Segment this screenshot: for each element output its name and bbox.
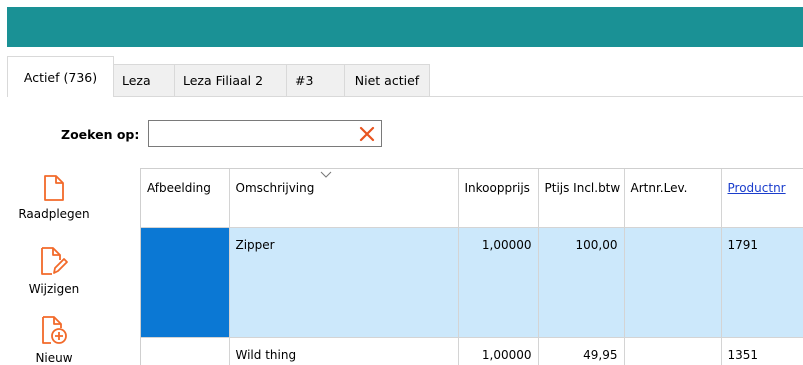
column-header-omschrijving[interactable]: Omschrijving <box>229 169 459 228</box>
tab-strip: Actief (736) Leza Leza Filiaal 2 #3 Niet… <box>7 56 803 97</box>
raadplegen-button[interactable]: Raadplegen <box>14 175 94 221</box>
tab-actief[interactable]: Actief (736) <box>7 56 114 97</box>
tab-leza[interactable]: Leza <box>113 64 175 96</box>
cell-prijs: 49,95 <box>538 337 625 365</box>
nieuw-label: Nieuw <box>35 351 73 365</box>
document-icon <box>44 175 64 201</box>
product-table: Afbeelding Omschrijving Inkoopprijs Ptij… <box>140 168 803 365</box>
search-input[interactable] <box>153 124 353 143</box>
wijzigen-button[interactable]: Wijzigen <box>14 246 94 296</box>
cell-inkoopprijs: 1,00000 <box>458 227 539 338</box>
new-document-icon <box>42 316 67 344</box>
table-row[interactable]: Wild thing 1,00000 49,95 1351 <box>141 337 803 365</box>
cell-omschrijving: Zipper <box>229 227 459 338</box>
image-cell <box>141 337 230 365</box>
search-label: Zoeken op: <box>61 127 140 142</box>
cell-inkoopprijs: 1,00000 <box>458 337 539 365</box>
raadplegen-label: Raadplegen <box>18 207 90 221</box>
column-header-artnr[interactable]: Artnr.Lev. <box>624 169 722 228</box>
tab-leza-filiaal-2[interactable]: Leza Filiaal 2 <box>174 64 287 96</box>
chevron-down-icon <box>320 171 331 178</box>
edit-document-icon <box>41 247 68 275</box>
cell-artnr <box>624 227 722 338</box>
tab-niet-actief[interactable]: Niet actief <box>344 64 430 96</box>
column-header-prijs[interactable]: Ptijs Incl.btw <box>538 169 625 228</box>
image-cell <box>141 227 230 338</box>
wijzigen-label: Wijzigen <box>28 282 80 296</box>
column-header-omschrijving-label: Omschrijving <box>235 181 315 195</box>
cell-productnr: 1351 <box>721 337 803 365</box>
search-field[interactable] <box>148 120 382 147</box>
table-row[interactable]: Zipper 1,00000 100,00 1791 <box>141 227 803 338</box>
cell-artnr <box>624 337 722 365</box>
title-bar <box>7 7 803 47</box>
cell-omschrijving: Wild thing <box>229 337 459 365</box>
close-x-icon[interactable] <box>357 124 377 144</box>
column-header-productnr[interactable]: Productnr <box>721 169 803 228</box>
cell-prijs: 100,00 <box>538 227 625 338</box>
tab-3[interactable]: #3 <box>286 64 345 96</box>
column-header-inkoopprijs[interactable]: Inkoopprijs <box>458 169 539 228</box>
table-header-row: Afbeelding Omschrijving Inkoopprijs Ptij… <box>141 169 803 228</box>
column-header-afbeelding[interactable]: Afbeelding <box>141 169 230 228</box>
nieuw-button[interactable]: Nieuw <box>14 315 94 365</box>
cell-productnr: 1791 <box>721 227 803 338</box>
